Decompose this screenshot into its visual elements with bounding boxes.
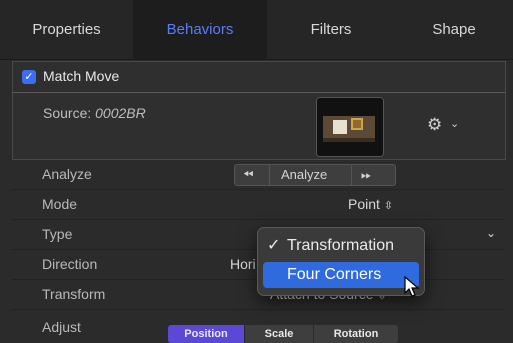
- match-move-header: ✓ Match Move: [12, 61, 506, 92]
- mode-row: Mode Point ⇳: [12, 189, 504, 220]
- type-label: Type: [42, 226, 73, 242]
- source-name: 0002BR: [95, 105, 146, 121]
- mode-popup[interactable]: Point ⇳: [348, 196, 393, 212]
- transform-label: Transform: [42, 286, 106, 302]
- menu-item-label: Four Corners: [287, 266, 382, 283]
- mode-value: Point: [348, 196, 380, 212]
- direction-popup[interactable]: Hori: [230, 256, 256, 272]
- match-move-checkbox[interactable]: ✓: [22, 70, 36, 84]
- tab-behaviors[interactable]: Behaviors: [133, 0, 267, 59]
- chevron-down-icon[interactable]: ⌄: [450, 117, 459, 130]
- source-label: Source: 0002BR: [43, 105, 146, 121]
- adjust-position-button[interactable]: Position: [168, 325, 244, 343]
- analyze-button[interactable]: Analyze: [281, 167, 327, 182]
- updown-chevron-icon: ⇳: [383, 200, 394, 212]
- inspector-tab-bar: Properties Behaviors Filters Shape: [0, 0, 513, 60]
- adjust-rotation-button[interactable]: Rotation: [314, 325, 398, 343]
- tab-properties[interactable]: Properties: [0, 0, 133, 59]
- menu-item-label: Transformation: [287, 237, 394, 254]
- checkmark-icon: ✓: [267, 237, 281, 254]
- analyze-control: ⏪︎ Analyze ⏩︎: [234, 164, 396, 186]
- direction-label: Direction: [42, 256, 98, 272]
- section-title: Match Move: [43, 68, 120, 84]
- mode-label: Mode: [42, 196, 78, 212]
- source-well: Source: 0002BR ⚙ ⌄: [12, 92, 506, 160]
- menu-item-transformation[interactable]: ✓ Transformation: [263, 233, 419, 259]
- tab-filters[interactable]: Filters: [267, 0, 395, 59]
- adjust-label: Adjust: [42, 319, 81, 335]
- divider: [351, 165, 352, 185]
- fast-forward-icon[interactable]: ⏩︎: [361, 167, 371, 183]
- type-dropdown-menu: ✓ Transformation Four Corners: [257, 227, 425, 296]
- rewind-icon[interactable]: ⏪︎: [243, 167, 253, 183]
- source-thumbnail[interactable]: [316, 97, 384, 157]
- analyze-row: Analyze ⏪︎ Analyze ⏩︎: [12, 159, 504, 190]
- chevron-down-icon[interactable]: ⌄: [486, 226, 496, 240]
- adjust-scale-button[interactable]: Scale: [245, 325, 313, 343]
- tab-shape[interactable]: Shape: [395, 0, 513, 59]
- menu-item-four-corners[interactable]: Four Corners: [263, 262, 419, 288]
- divider: [269, 165, 270, 185]
- mouse-cursor-icon: [404, 276, 420, 297]
- gear-icon[interactable]: ⚙: [427, 115, 442, 135]
- analyze-label: Analyze: [42, 166, 92, 182]
